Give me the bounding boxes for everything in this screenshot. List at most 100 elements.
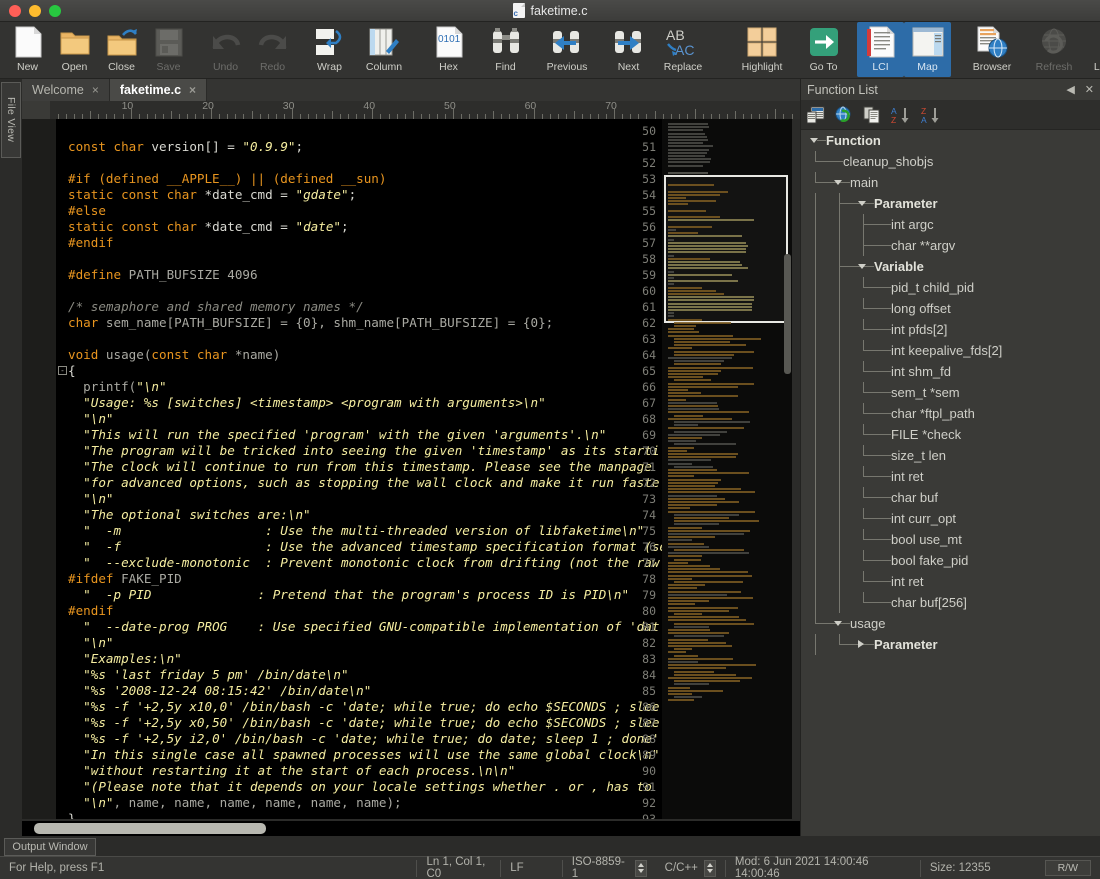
function-tree-item[interactable]: Parameter	[801, 193, 1100, 214]
close-icon[interactable]: ✕	[1085, 83, 1094, 96]
function-tree-item[interactable]: int keepalive_fds[2]	[801, 340, 1100, 361]
code-minimap[interactable]	[662, 119, 792, 819]
function-tree-item[interactable]: Function	[801, 130, 1100, 151]
code-line[interactable]: "The clock will continue to run from thi…	[68, 459, 659, 475]
close-window-button[interactable]	[9, 5, 21, 17]
code-line[interactable]: #ifdef FAKE_PID	[68, 571, 182, 587]
code-line[interactable]: }	[68, 811, 76, 819]
chevron-down-icon[interactable]	[858, 264, 866, 269]
status-encoding-group[interactable]: ISO-8859-1	[563, 857, 656, 879]
code-text-area[interactable]: const char version[] = "0.9.9"; #if (defi…	[68, 119, 662, 819]
code-line[interactable]: "Usage: %s [switches] <timestamp> <progr…	[68, 395, 546, 411]
function-tree-item[interactable]: int ret	[801, 466, 1100, 487]
function-tree-item[interactable]: cleanup_shobjs	[801, 151, 1100, 172]
code-line[interactable]: "%s 'last friday 5 pm' /bin/date\n"	[68, 667, 349, 683]
copy-doc-icon[interactable]	[863, 106, 881, 124]
status-rw-group[interactable]: R/W	[1036, 857, 1100, 879]
code-line[interactable]: "for advanced options, such as stopping …	[68, 475, 659, 491]
toolbar-button-wrap[interactable]: Wrap	[306, 22, 353, 77]
toolbar-button-close[interactable]: Close	[98, 22, 145, 77]
code-line[interactable]: "\n"	[68, 635, 114, 651]
code-line[interactable]: "In this single case all spawned process…	[68, 747, 659, 763]
toolbar-button-new[interactable]: New	[4, 22, 51, 77]
function-tree-item[interactable]: Parameter	[801, 634, 1100, 655]
function-tree-item[interactable]: char buf	[801, 487, 1100, 508]
code-line[interactable]: "without restarting it at the start of e…	[68, 763, 515, 779]
function-tree-item[interactable]: int argc	[801, 214, 1100, 235]
horizontal-scroll-thumb[interactable]	[34, 823, 266, 834]
chevron-right-icon[interactable]	[858, 640, 864, 648]
sort-by-doc-icon[interactable]	[807, 106, 825, 124]
toolbar-button-map[interactable]: Map	[904, 22, 951, 77]
function-tree-item[interactable]: Variable	[801, 256, 1100, 277]
toolbar-button-previous[interactable]: Previous	[529, 22, 605, 77]
function-tree-item[interactable]: int pfds[2]	[801, 319, 1100, 340]
chevron-down-icon[interactable]	[834, 180, 842, 185]
function-tree-item[interactable]: main	[801, 172, 1100, 193]
code-line[interactable]: "(Please note that it depends on your lo…	[68, 779, 659, 795]
file-view-tab[interactable]: File View	[1, 82, 21, 158]
code-line[interactable]: "\n"	[68, 411, 114, 427]
code-line[interactable]: "\n", name, name, name, name, name, name…	[68, 795, 402, 811]
function-tree-item[interactable]: char **argv	[801, 235, 1100, 256]
encoding-stepper-icon[interactable]	[635, 860, 647, 877]
code-editor[interactable]: const char version[] = "0.9.9"; #if (defi…	[22, 119, 662, 819]
toolbar-button-open[interactable]: Open	[51, 22, 98, 77]
function-tree-item[interactable]: bool use_mt	[801, 529, 1100, 550]
code-line[interactable]: " -p PID : Pretend that the program's pr…	[68, 587, 629, 603]
sort-a-z-icon[interactable]: A Z	[891, 106, 911, 124]
code-line[interactable]: "%s -f '+2,5y x0,50' /bin/bash -c 'date;…	[68, 715, 659, 731]
close-tab-icon[interactable]: ×	[189, 83, 196, 97]
toolbar-button-browser[interactable]: Browser	[961, 22, 1023, 77]
code-line[interactable]: "Examples:\n"	[68, 651, 182, 667]
function-tree-item[interactable]: char buf[256]	[801, 592, 1100, 613]
function-tree-item[interactable]: char *ftpl_path	[801, 403, 1100, 424]
code-line[interactable]: #define PATH_BUFSIZE 4096	[68, 267, 258, 283]
toolbar-button-live-preview[interactable]: Live preview	[1085, 22, 1100, 77]
language-stepper-icon[interactable]	[704, 860, 716, 877]
code-line[interactable]: "\n"	[68, 491, 114, 507]
code-line[interactable]: "%s -f '+2,5y i2,0' /bin/bash -c 'date; …	[68, 731, 659, 747]
code-line[interactable]: const char version[] = "0.9.9";	[68, 139, 303, 155]
code-line[interactable]: static const char *date_cmd = "gdate";	[68, 187, 356, 203]
function-tree-item[interactable]: long offset	[801, 298, 1100, 319]
code-line[interactable]: #if (defined __APPLE__) || (defined __su…	[68, 171, 386, 187]
reload-globe-icon[interactable]	[835, 106, 853, 124]
function-tree-item[interactable]: sem_t *sem	[801, 382, 1100, 403]
function-tree[interactable]: Functioncleanup_shobjsmainParameterint a…	[801, 130, 1100, 836]
toolbar-button-hex[interactable]: 0101Hex	[425, 22, 472, 77]
function-tree-item[interactable]: FILE *check	[801, 424, 1100, 445]
code-line[interactable]: "%s -f '+2,5y x10,0' /bin/bash -c 'date;…	[68, 699, 659, 715]
function-tree-item[interactable]: pid_t child_pid	[801, 277, 1100, 298]
code-line[interactable]: void usage(const char *name)	[68, 347, 280, 363]
code-line[interactable]: " -f : Use the advanced timestamp specif…	[68, 539, 662, 555]
toolbar-button-lci[interactable]: LCI	[857, 22, 904, 77]
collapse-left-icon[interactable]: ◀	[1066, 83, 1074, 96]
function-tree-item[interactable]: usage	[801, 613, 1100, 634]
status-language-group[interactable]: C/C++	[656, 857, 725, 879]
output-window-tab[interactable]: Output Window	[4, 838, 96, 856]
status-eol-mode[interactable]: LF	[501, 857, 562, 879]
code-line[interactable]: #else	[68, 203, 106, 219]
code-line[interactable]: static const char *date_cmd = "date";	[68, 219, 349, 235]
code-line[interactable]: {	[68, 363, 76, 379]
function-tree-item[interactable]: int shm_fd	[801, 361, 1100, 382]
code-line[interactable]: " --exclude-monotonic : Prevent monotoni…	[68, 555, 662, 571]
code-line[interactable]: char sem_name[PATH_BUFSIZE] = {0}, shm_n…	[68, 315, 553, 331]
code-line[interactable]: " -m : Use the multi-threaded version of…	[68, 523, 644, 539]
chevron-down-icon[interactable]	[834, 621, 842, 626]
chevron-down-icon[interactable]	[810, 138, 818, 143]
code-line[interactable]: "%s '2008-12-24 08:15:42' /bin/date\n"	[68, 683, 371, 699]
code-line[interactable]: "This will run the specified 'program' w…	[68, 427, 606, 443]
fold-toggle-icon[interactable]: -	[58, 366, 67, 375]
toolbar-button-column[interactable]: Column	[353, 22, 415, 77]
chevron-down-icon[interactable]	[858, 201, 866, 206]
toolbar-button-go-to[interactable]: Go To	[800, 22, 847, 77]
function-tree-item[interactable]: bool fake_pid	[801, 550, 1100, 571]
editor-horizontal-scrollbar[interactable]	[22, 821, 800, 836]
code-line[interactable]: " --date-prog PROG : Use specified GNU-c…	[68, 619, 659, 635]
toolbar-button-replace[interactable]: ABACReplace	[652, 22, 714, 77]
minimap-scrollbar-thumb[interactable]	[784, 254, 791, 374]
maximize-window-button[interactable]	[49, 5, 61, 17]
minimize-window-button[interactable]	[29, 5, 41, 17]
